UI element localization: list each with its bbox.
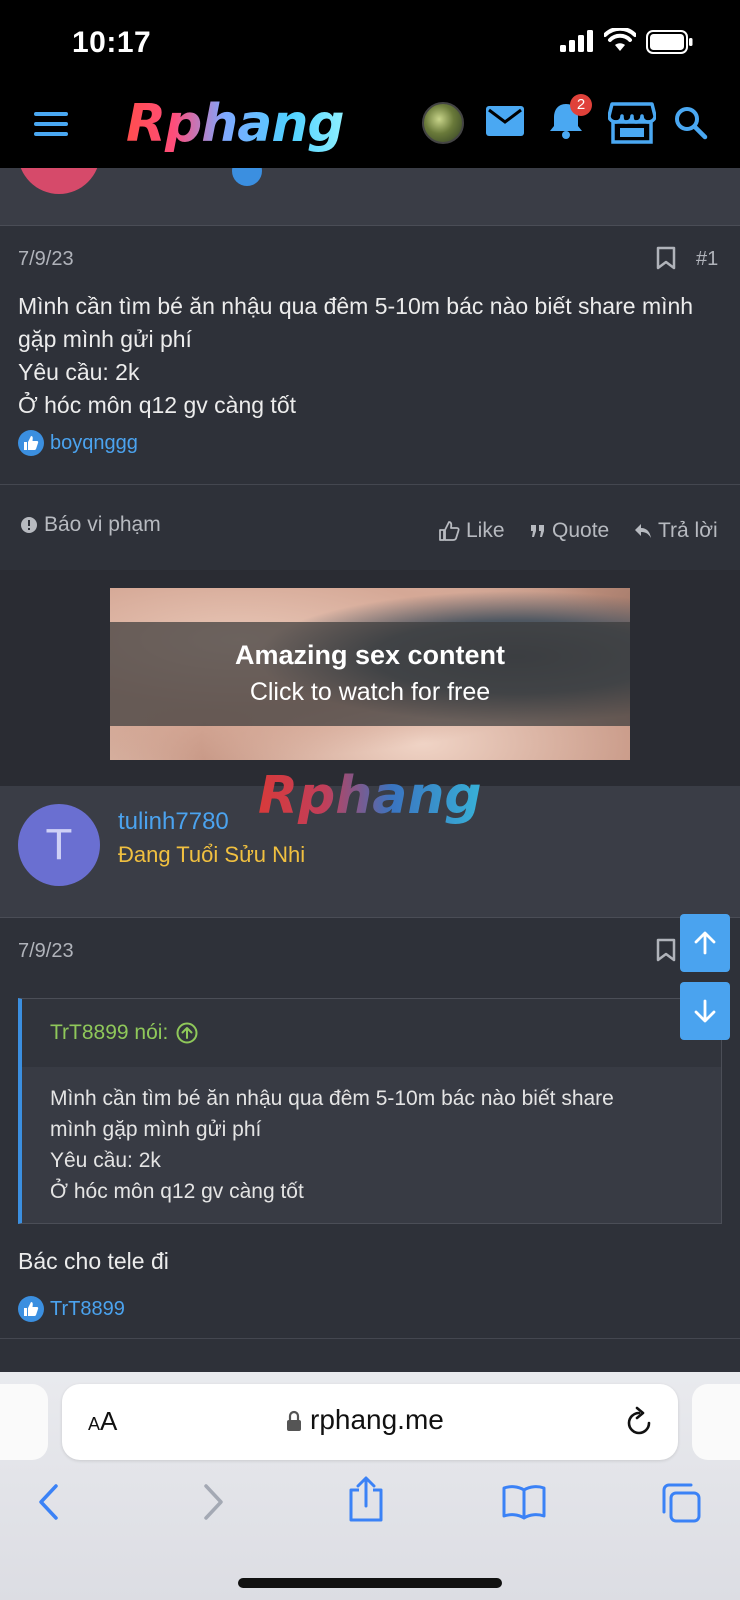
quote-block: TrT8899 nói: Mình cần tìm bé ăn nhậu qua… (18, 998, 722, 1224)
url-text[interactable]: rphang.me (310, 1404, 444, 1436)
scroll-to-top-button[interactable] (680, 914, 730, 972)
author-avatar[interactable] (18, 168, 100, 194)
like-reaction-icon (18, 1296, 44, 1322)
quote-line: Ở hóc môn q12 gv càng tốt (50, 1180, 304, 1203)
like-button[interactable]: Like (438, 519, 505, 543)
bookmark-icon[interactable] (656, 938, 676, 962)
forward-icon[interactable] (200, 1482, 226, 1522)
site-header: Rphang 2 (0, 84, 740, 168)
bookmarks-icon[interactable] (502, 1484, 546, 1520)
divider (0, 1338, 740, 1339)
quote-author[interactable]: TrT8899 nói: (50, 1021, 198, 1045)
post-message: Bác cho tele đi (18, 1248, 169, 1274)
status-bar: 10:17 (0, 0, 740, 84)
reply-button[interactable]: Trả lời (634, 519, 718, 543)
arrow-down-icon (694, 999, 716, 1023)
ad-container: Amazing sex content Click to watch for f… (0, 570, 740, 786)
bookmark-icon[interactable] (656, 246, 676, 270)
quote-line: Mình cần tìm bé ăn nhậu qua đêm 5-10m bá… (50, 1087, 614, 1110)
reaction-bar[interactable]: boyqnggg (18, 430, 138, 456)
arrow-up-icon (694, 931, 716, 955)
watermark-logo: Rphang (258, 766, 482, 826)
search-icon[interactable] (674, 106, 708, 140)
report-label: Báo vi phạm (44, 513, 161, 536)
thumbs-up-icon (439, 521, 460, 541)
message-line: Mình cần tìm bé ăn nhậu qua đêm 5-10m bá… (18, 293, 694, 319)
post-date[interactable]: 7/9/23 (18, 248, 74, 271)
battery-icon (646, 30, 693, 54)
wifi-icon (604, 28, 636, 51)
author-avatar[interactable]: T (18, 804, 100, 886)
post-author-header (0, 168, 740, 226)
share-icon[interactable] (348, 1476, 384, 1522)
site-logo[interactable]: Rphang (126, 94, 345, 154)
ad-title: Amazing sex content (234, 640, 506, 670)
reader-settings-button[interactable]: AA (88, 1406, 117, 1437)
reaction-user[interactable]: boyqnggg (50, 432, 138, 455)
arrow-up-circle-icon[interactable] (176, 1022, 198, 1044)
post-message: Mình cần tìm bé ăn nhậu qua đêm 5-10m bá… (18, 290, 724, 422)
next-tab-preview[interactable] (692, 1384, 740, 1460)
author-title: Đang Tuổi Sửu Nhi (118, 842, 306, 867)
quote-author-label: TrT8899 nói: (50, 1021, 169, 1044)
back-icon[interactable] (36, 1482, 62, 1522)
quote-line: mình gặp mình gửi phí (50, 1118, 262, 1141)
report-button[interactable]: Báo vi phạm (20, 513, 161, 537)
reply-icon (635, 524, 651, 538)
tabs-icon[interactable] (660, 1482, 702, 1524)
user-avatar[interactable] (422, 102, 464, 144)
hamburger-menu-icon[interactable] (34, 110, 68, 138)
previous-tab-preview[interactable] (0, 1384, 48, 1460)
post-body: 7/9/23 TrT8899 nói: Mình cần tìm bé ăn n… (0, 918, 740, 1340)
browser-toolbar: AA rphang.me (0, 1372, 740, 1600)
quote-icon (531, 525, 544, 537)
reload-icon[interactable] (624, 1406, 654, 1438)
message-line: Ở hóc môn q12 gv càng tốt (18, 392, 296, 418)
alert-icon (21, 517, 37, 533)
home-indicator (238, 1578, 502, 1588)
ad-subtitle: Click to watch for free (249, 678, 491, 706)
post-number[interactable]: #1 (696, 248, 718, 271)
cellular-signal-icon (560, 30, 593, 52)
store-icon[interactable] (608, 102, 656, 144)
reaction-bar[interactable]: TrT8899 (18, 1296, 125, 1322)
like-label: Like (466, 519, 505, 542)
ad-banner[interactable]: Amazing sex content Click to watch for f… (110, 588, 630, 760)
address-bar[interactable]: AA rphang.me (62, 1384, 678, 1460)
reaction-user[interactable]: TrT8899 (50, 1298, 125, 1321)
scroll-to-bottom-button[interactable] (680, 982, 730, 1040)
message-line: Yêu cầu: 2k (18, 359, 140, 385)
verified-icon (232, 168, 262, 186)
status-time: 10:17 (72, 26, 152, 59)
post-body: 7/9/23 #1 Mình cần tìm bé ăn nhậu qua đê… (0, 226, 740, 484)
quote-line: Yêu cầu: 2k (50, 1149, 161, 1172)
author-username[interactable]: tulinh7780 (118, 808, 229, 836)
reply-label: Trả lời (658, 519, 718, 542)
mail-icon[interactable] (486, 106, 524, 136)
lock-icon (287, 1410, 301, 1431)
message-line: gặp mình gửi phí (18, 326, 192, 352)
quote-button[interactable]: Quote (530, 519, 609, 543)
post-date[interactable]: 7/9/23 (18, 940, 74, 963)
post-actions: Báo vi phạm Like Quote Trả lời (0, 484, 740, 570)
quote-text: Mình cần tìm bé ăn nhậu qua đêm 5-10m bá… (50, 1083, 710, 1207)
like-reaction-icon (18, 430, 44, 456)
ad-overlay (110, 622, 630, 726)
quote-label: Quote (552, 519, 610, 542)
notification-badge: 2 (570, 94, 592, 116)
